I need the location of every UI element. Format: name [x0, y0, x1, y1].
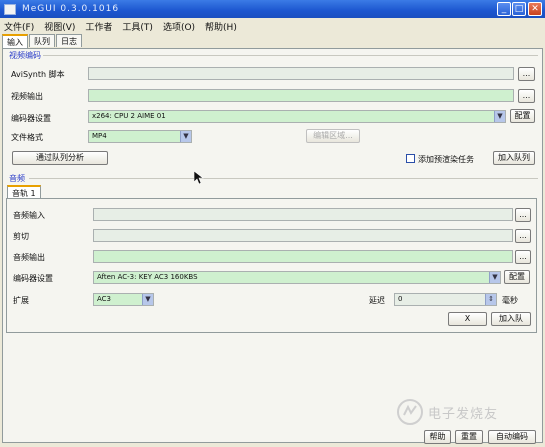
audio-delay-label: 延迟 [369, 296, 385, 305]
audio-cut-field[interactable] [93, 229, 513, 242]
audio-track-panel: 音频输入 ... 剪切 ... 音频输出 ... 编码器设置 Aften AC-… [6, 198, 537, 333]
video-encoder-label: 编码器设置 [11, 114, 51, 123]
menu-view[interactable]: 视图(V) [44, 20, 75, 33]
audio-extension-select[interactable]: AC3 ▼ [93, 293, 154, 306]
audio-input-browse-button[interactable]: ... [515, 208, 531, 222]
video-output-input[interactable] [88, 89, 514, 102]
audio-clear-button[interactable]: X [448, 312, 487, 326]
maximize-button[interactable]: □ [512, 2, 526, 16]
menu-tools[interactable]: 工具(T) [122, 20, 153, 33]
auto-encode-button[interactable]: 自动编码 [488, 430, 536, 444]
add-prerender-checkbox[interactable] [406, 154, 415, 163]
audio-extension-label: 扩展 [13, 296, 29, 305]
tab-input[interactable]: 输入 [2, 34, 28, 48]
queue-analysis-button[interactable]: 通过队列分析 [12, 151, 108, 165]
menu-workers[interactable]: 工作者 [85, 20, 112, 33]
audio-encoder-select[interactable]: Aften AC-3: KEY AC3 160KBS ▼ [93, 271, 501, 284]
audio-config-button[interactable]: 配置 [504, 270, 530, 284]
watermark: 电子发烧友 [396, 398, 498, 426]
audio-output-label: 音频输出 [13, 253, 45, 262]
tab-log[interactable]: 日志 [56, 34, 82, 47]
chevron-down-icon[interactable]: ▼ [489, 272, 500, 283]
audio-output-field[interactable] [93, 250, 513, 263]
chevron-down-icon[interactable]: ▼ [180, 131, 191, 142]
spinner-arrows-icon[interactable]: ⇕ [485, 294, 496, 305]
title-bar: MeGUI 0.3.0.1016 _ □ ✕ [0, 0, 545, 18]
audio-add-queue-button[interactable]: 加入队 [491, 312, 531, 326]
close-button[interactable]: ✕ [528, 2, 542, 16]
audio-section-divider [29, 178, 538, 179]
video-encoder-select[interactable]: x264: CPU 2 AIME 01 ▼ [88, 110, 506, 123]
audio-delay-unit: 毫秒 [502, 296, 518, 305]
add-prerender-label: 添加预渲染任务 [418, 155, 474, 164]
video-add-queue-button[interactable]: 加入队列 [493, 151, 535, 165]
audio-section-title: 音频 [9, 174, 25, 183]
window-title: MeGUI 0.3.0.1016 [22, 4, 120, 14]
audio-input-label: 音频输入 [13, 211, 45, 220]
video-output-browse-button[interactable]: ... [518, 89, 535, 103]
menu-help[interactable]: 帮助(H) [205, 20, 237, 33]
audio-cut-label: 剪切 [13, 232, 29, 241]
watermark-text: 电子发烧友 [428, 406, 499, 422]
audio-output-browse-button[interactable]: ... [515, 250, 531, 264]
reset-button[interactable]: 重置 [455, 430, 483, 444]
watermark-logo-icon [397, 399, 423, 425]
menu-bar: 文件(F) 视图(V) 工作者 工具(T) 选项(O) 帮助(H) [0, 18, 545, 34]
video-section-divider [43, 55, 538, 56]
audio-cut-browse-button[interactable]: ... [515, 229, 531, 243]
avisynth-label: AviSynth 脚本 [11, 70, 65, 79]
video-section-title: 视频编码 [9, 51, 41, 60]
app-icon [4, 3, 16, 15]
main-tabs: 输入 队列 日志 [2, 34, 83, 48]
chevron-down-icon[interactable]: ▼ [142, 294, 153, 305]
file-format-select[interactable]: MP4 ▼ [88, 130, 192, 143]
help-button[interactable]: 帮助 [424, 430, 451, 444]
minimize-button[interactable]: _ [497, 2, 511, 16]
audio-encoder-label: 编码器设置 [13, 274, 53, 283]
audio-delay-spinner[interactable]: 0 ⇕ [394, 293, 497, 306]
chevron-down-icon[interactable]: ▼ [494, 111, 505, 122]
audio-input-field[interactable] [93, 208, 513, 221]
tab-queue[interactable]: 队列 [29, 34, 55, 47]
menu-file[interactable]: 文件(F) [4, 20, 34, 33]
avisynth-input[interactable] [88, 67, 514, 80]
mouse-cursor-icon [194, 171, 204, 185]
video-output-label: 视频输出 [11, 92, 43, 101]
file-format-label: 文件格式 [11, 133, 43, 142]
tab-audio-track-1[interactable]: 音轨 1 [7, 185, 41, 199]
avisynth-browse-button[interactable]: ... [518, 67, 535, 81]
video-config-button[interactable]: 配置 [510, 109, 535, 123]
menu-options[interactable]: 选项(O) [163, 20, 195, 33]
edit-zones-button[interactable]: 编辑区域... [306, 129, 360, 143]
